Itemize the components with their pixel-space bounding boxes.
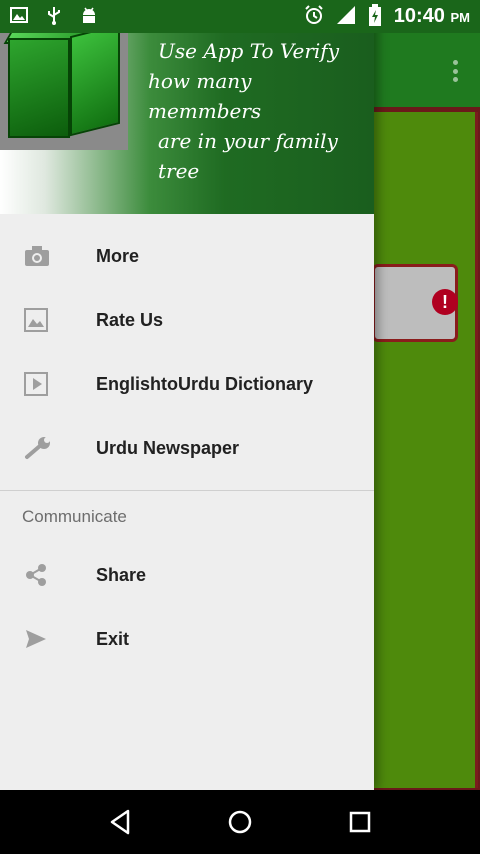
section-header-communicate: Communicate (22, 507, 127, 526)
play-icon (0, 372, 96, 396)
menu-item-share[interactable]: Share (0, 543, 374, 607)
status-bar: 10:40 PM (0, 0, 480, 33)
camera-icon (0, 245, 96, 267)
signal-icon (336, 5, 356, 29)
drawer-menu: More Rate Us EnglishtoUrdu Dictionary Ur… (0, 224, 374, 671)
menu-item-more[interactable]: More (0, 224, 374, 288)
tagline-line: Use App To Verify (158, 39, 340, 63)
app-main-panel (372, 112, 478, 788)
back-icon[interactable] (100, 802, 140, 842)
navigation-drawer: Use App To Verify how many memmbers are … (0, 0, 374, 790)
menu-item-exit[interactable]: Exit (0, 607, 374, 671)
header-tagline: Use App To Verify how many memmbers are … (148, 36, 370, 186)
usb-icon (46, 5, 62, 29)
menu-item-label: Rate Us (96, 309, 164, 330)
menu-item-englishtourdu-dictionary[interactable]: EnglishtoUrdu Dictionary (0, 352, 374, 416)
alert-icon: ! (432, 289, 458, 315)
menu-item-urdu-newspaper[interactable]: Urdu Newspaper (0, 416, 374, 480)
recents-icon[interactable] (340, 802, 380, 842)
status-time: 10:40 PM (393, 5, 470, 27)
menu-item-label: Urdu Newspaper (96, 437, 240, 458)
tagline-line: are in your family tree (158, 129, 338, 183)
overflow-menu-icon[interactable] (452, 60, 458, 82)
menu-item-label: More (96, 245, 140, 266)
share-icon (0, 563, 96, 587)
menu-item-rate-us[interactable]: Rate Us (0, 288, 374, 352)
system-navigation-bar (0, 790, 480, 854)
image-icon (0, 308, 96, 332)
battery-charging-icon (368, 3, 382, 30)
send-icon (0, 628, 96, 650)
alarm-icon (304, 4, 324, 29)
menu-item-label: Exit (96, 628, 130, 649)
menu-item-label: Share (96, 564, 147, 585)
wrench-icon (0, 436, 96, 460)
tagline-line: how many memmbers (148, 69, 262, 123)
home-icon[interactable] (220, 802, 260, 842)
android-icon (80, 6, 98, 28)
menu-item-label: EnglishtoUrdu Dictionary (96, 373, 314, 394)
image-icon (10, 6, 28, 27)
